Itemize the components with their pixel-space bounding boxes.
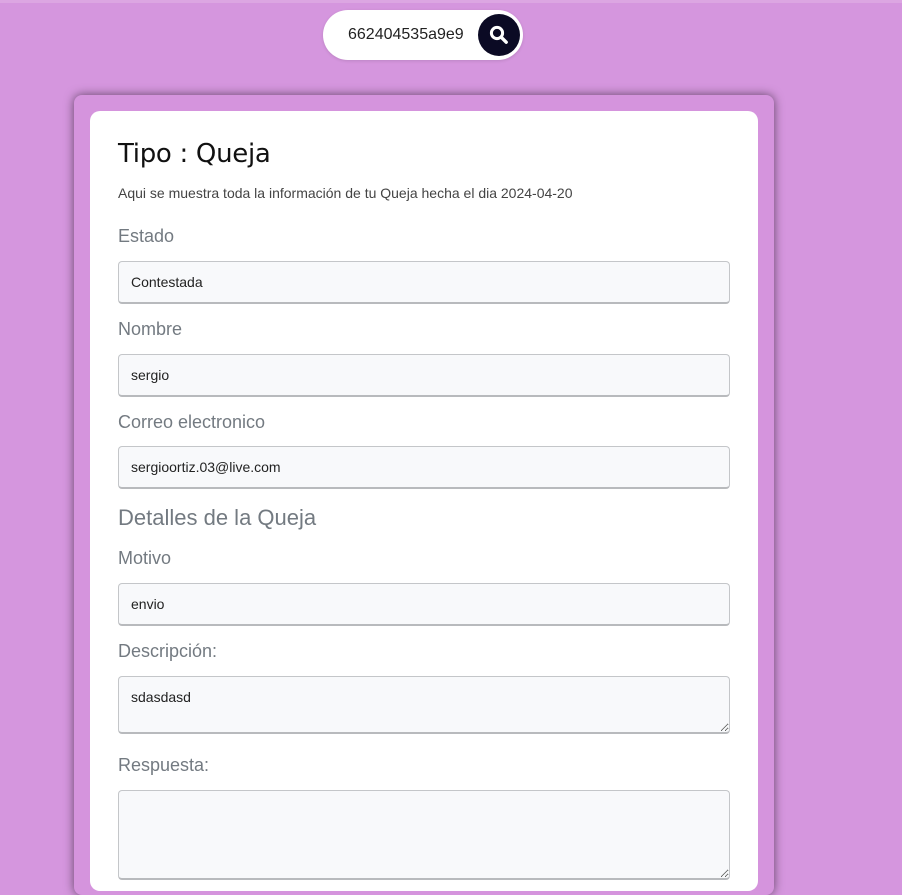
motivo-label: Motivo [118, 548, 172, 568]
details-heading: Detalles de la Queja [118, 505, 317, 530]
respuesta-label: Respuesta: [118, 755, 210, 775]
descripcion-label: Descripción: [118, 641, 218, 661]
descripcion-textarea[interactable]: sdasdasd [118, 676, 730, 734]
top-edge [0, 0, 902, 3]
search-button[interactable] [478, 14, 520, 56]
complaint-card: Tipo : Queja Aqui se muestra toda la inf… [90, 111, 758, 891]
nombre-label: Nombre [118, 319, 183, 339]
correo-label: Correo electronico [118, 412, 266, 432]
complaint-card-frame: Tipo : Queja Aqui se muestra toda la inf… [74, 95, 774, 895]
email-field[interactable] [118, 446, 730, 489]
search-icon [489, 25, 508, 44]
search-bar [323, 10, 523, 60]
estado-label: Estado [118, 226, 175, 246]
motivo-field[interactable] [118, 583, 730, 626]
respuesta-textarea[interactable] [118, 790, 730, 880]
nombre-field[interactable] [118, 354, 730, 397]
page-subtitle: Aqui se muestra toda la información de t… [118, 185, 573, 201]
page-title: Tipo : Queja [118, 139, 271, 169]
estado-field[interactable] [118, 261, 730, 304]
search-input[interactable] [341, 23, 490, 47]
